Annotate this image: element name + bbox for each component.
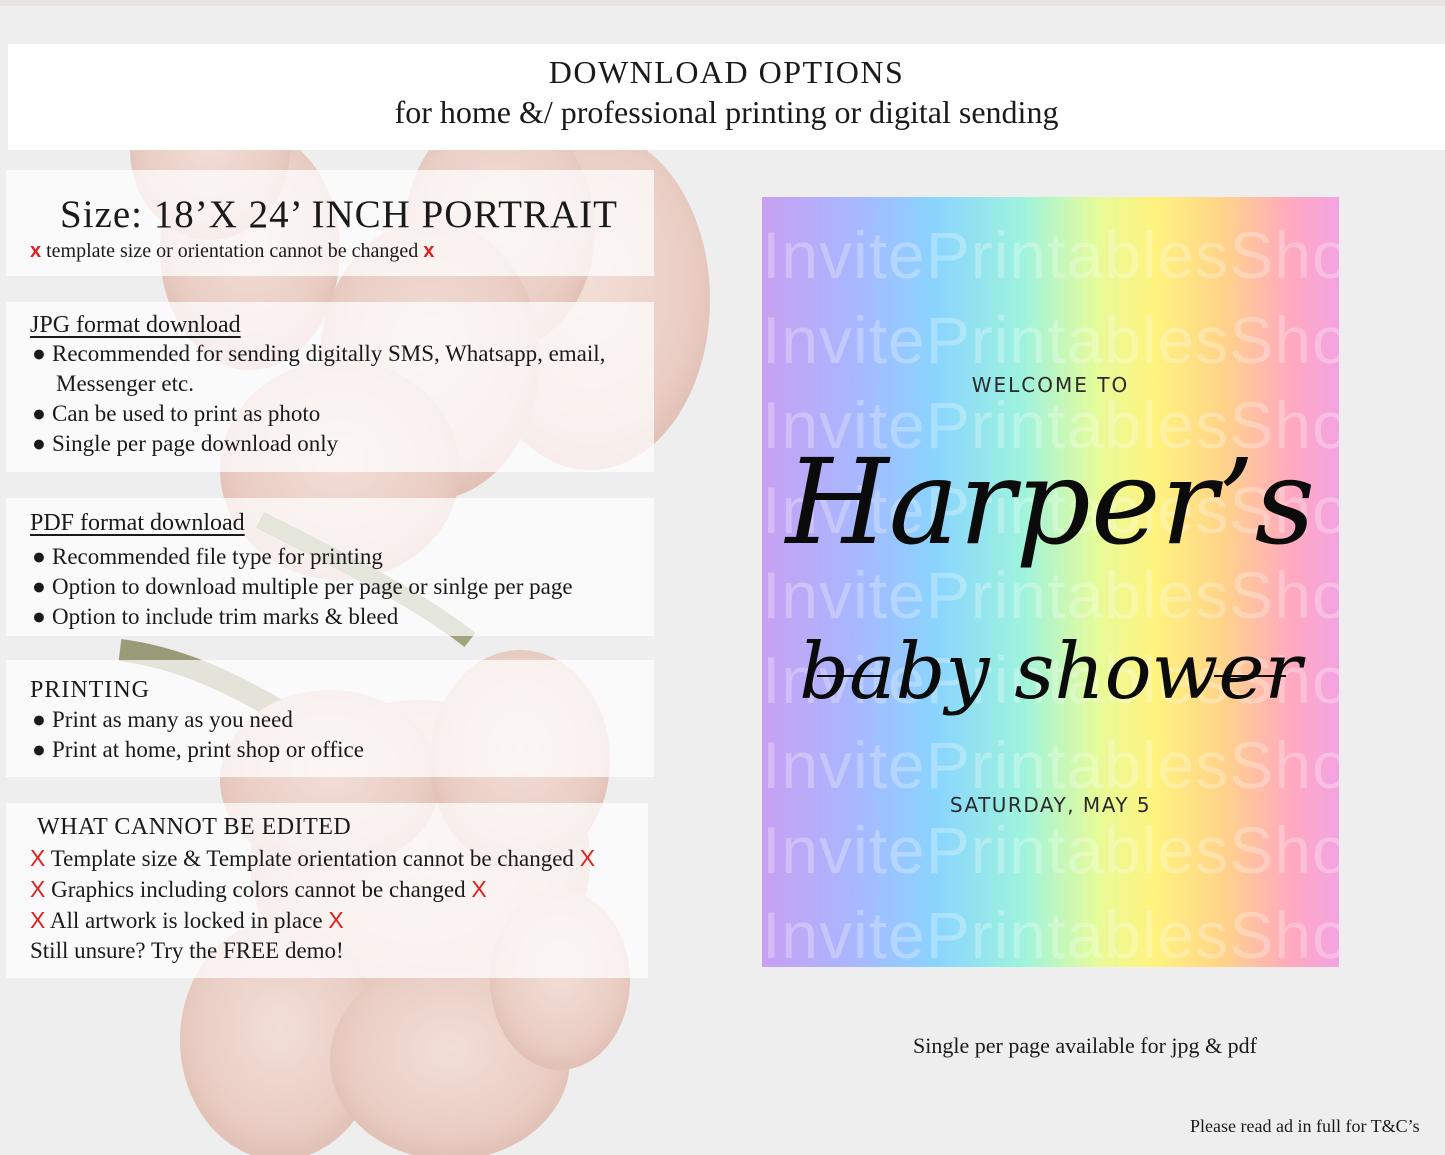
watermark: InvitePrintablesShop	[762, 303, 1339, 377]
red-x-icon: X	[579, 845, 596, 871]
sign-preview: InvitePrintablesShop InvitePrintablesSho…	[762, 197, 1339, 967]
size-note-text: template size or orientation cannot be c…	[46, 240, 419, 262]
page-subtitle: for home &/ professional printing or dig…	[394, 94, 1059, 130]
page-title: DOWNLOAD OPTIONS	[548, 54, 905, 90]
red-x-icon: X	[30, 876, 46, 902]
pdf-list: ● Recommended file type for printing ● Opt…	[30, 542, 650, 632]
footer-note: Please read ad in full for T&C’s	[1190, 1116, 1420, 1136]
printing-panel: PRINTING ● Print as many as you need ● Pri…	[6, 660, 654, 777]
bullet-icon: ●	[32, 574, 46, 599]
red-x-icon: x	[30, 240, 42, 262]
bullet-icon: ●	[32, 707, 46, 732]
bullet-icon: ●	[32, 341, 46, 366]
list-item: ● Recommended file type for printing	[30, 542, 650, 572]
bullet-icon: ●	[32, 544, 46, 569]
list-item: ● Print at home, print shop or office	[30, 735, 650, 765]
list-item: ● Print as many as you need	[30, 705, 650, 735]
jpg-list: ● Recommended for sending digitally SMS, …	[30, 339, 650, 459]
list-item: ● Recommended for sending digitally SMS, …	[30, 339, 650, 369]
sign-welcome: WELCOME TO	[971, 373, 1130, 397]
sign-name: Harper’s	[785, 433, 1316, 571]
watermark: InvitePrintablesShop	[762, 813, 1339, 887]
size-panel: Size: 18’X 24’ INCH PORTRAIT x template …	[6, 170, 654, 276]
list-item: X All artwork is locked in place X	[30, 907, 344, 933]
red-x-icon: x	[423, 240, 435, 262]
sign-date: SATURDAY, MAY 5	[949, 793, 1152, 817]
sign-subtitle: baby shower	[799, 627, 1302, 717]
red-x-icon: X	[30, 845, 46, 871]
header-banner: DOWNLOAD OPTIONS for home &/ professiona…	[8, 44, 1445, 150]
bullet-icon: ●	[32, 604, 46, 629]
not-editable-list: X Template size & Template orientation c…	[30, 843, 644, 966]
list-item: ● Option to download multiple per page or…	[30, 572, 650, 602]
bullet-icon: ●	[32, 431, 46, 456]
bullet-icon: ●	[32, 401, 46, 426]
watermark: InvitePrintablesShop	[762, 728, 1339, 802]
list-item: Messenger etc.	[56, 371, 194, 396]
size-title: Size: 18’X 24’ INCH PORTRAIT	[60, 193, 618, 236]
list-item: ● Can be used to print as photo	[30, 399, 650, 429]
jpg-title: JPG format download	[30, 312, 241, 338]
preview-caption: Single per page available for jpg & pdf	[913, 1033, 1257, 1058]
size-note: x template size or orientation cannot be…	[30, 238, 434, 264]
list-item: ● Option to include trim marks & bleed	[30, 602, 650, 632]
bullet-icon: ●	[32, 737, 46, 762]
watermark: InvitePrintablesShop	[762, 218, 1339, 292]
red-x-icon: X	[471, 876, 487, 902]
top-edge-strip	[0, 0, 1445, 6]
jpg-panel: JPG format download ● Recommended for sen…	[6, 302, 654, 472]
list-item: ● Single per page download only	[30, 429, 650, 459]
pdf-panel: PDF format download ● Recommended file ty…	[6, 498, 654, 636]
not-editable-title: WHAT CANNOT BE EDITED	[37, 814, 352, 840]
red-x-icon: X	[30, 907, 46, 933]
red-x-icon: X	[328, 907, 344, 933]
printing-title: PRINTING	[30, 677, 150, 703]
printing-list: ● Print as many as you need ● Print at hom…	[30, 705, 650, 765]
pdf-title: PDF format download	[30, 510, 245, 536]
list-item: X Template size & Template orientation c…	[30, 845, 596, 871]
not-editable-panel: WHAT CANNOT BE EDITED X Template size & …	[6, 803, 648, 978]
watermark: InvitePrintablesShop	[762, 898, 1339, 967]
demo-note: Still unsure? Try the FREE demo!	[30, 938, 344, 963]
list-item: X Graphics including colors cannot be ch…	[30, 876, 487, 902]
